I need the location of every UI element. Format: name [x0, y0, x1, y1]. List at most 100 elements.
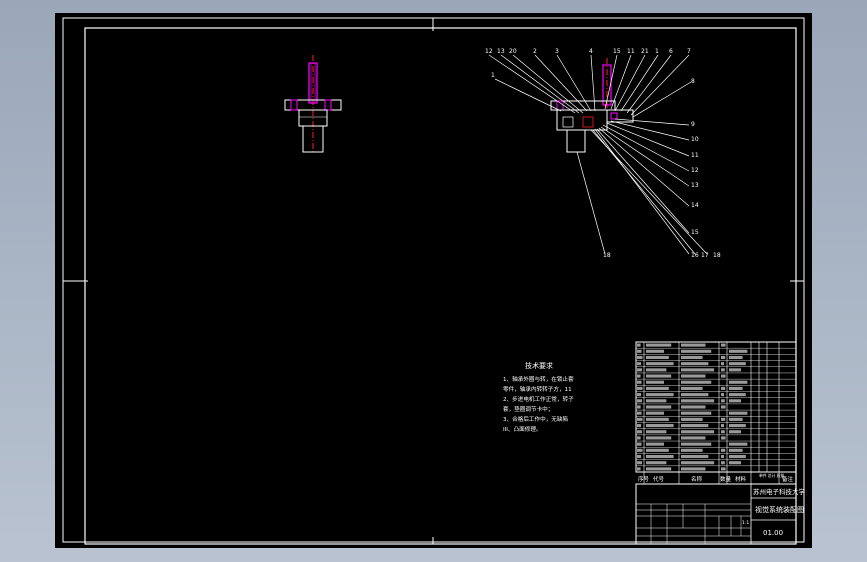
bom-cell-text-blur	[637, 417, 643, 421]
svg-text:2: 2	[533, 48, 537, 55]
svg-text:9: 9	[691, 121, 695, 128]
bom-cell-text-blur	[681, 436, 706, 440]
bom-cell-text-blur	[646, 454, 674, 459]
bom-cell-text-blur	[681, 411, 712, 415]
section-view-assembly[interactable]: 12 13 20 2 3 4 15 11 21 1 6 7 1 8 9 10 1…	[485, 48, 721, 259]
bom-cell-text-blur	[646, 461, 667, 465]
drawing-number: 01.00	[763, 529, 783, 537]
svg-text:数量: 数量	[720, 475, 732, 483]
inner-frame	[84, 27, 797, 545]
bom-cell-text-blur	[729, 393, 746, 397]
bom-cell-text-blur	[646, 343, 672, 347]
bom-cell-text-blur	[637, 448, 643, 452]
svg-text:6: 6	[669, 48, 673, 55]
bom-cell-text-blur	[721, 417, 726, 421]
university-name: 苏州电子科技大学	[753, 487, 806, 496]
bom-cell-text-blur	[637, 454, 642, 459]
bom-cell-text-blur	[637, 442, 642, 446]
bom-cell-text-blur	[646, 349, 664, 353]
bom-cell-text-blur	[681, 417, 703, 421]
bom-cell-text-blur	[637, 349, 642, 353]
bom-cell-text-blur	[646, 430, 667, 434]
bom-cell-text-blur	[637, 368, 643, 372]
section-lower-sleeve	[566, 129, 586, 153]
bom-cell-text-blur	[681, 386, 703, 390]
bom-cell-text-blur	[729, 454, 746, 459]
bom-cell-text-blur	[729, 380, 748, 384]
svg-text:11: 11	[691, 152, 699, 159]
bom-cell-text-blur	[721, 355, 726, 360]
bom-cell-text-blur	[681, 368, 715, 372]
cad-viewport[interactable]: 12 13 20 2 3 4 15 11 21 1 6 7 1 8 9 10 1…	[55, 13, 812, 548]
bom-cell-text-blur	[646, 417, 669, 421]
bom-cell-text-blur	[729, 411, 748, 415]
svg-text:10: 10	[691, 136, 699, 143]
parts-list[interactable]: 序号 代号 名称 数量 材料 单件 总计 质量 备注	[635, 341, 797, 485]
bom-cell-text-blur	[681, 374, 706, 378]
scale-value: 1:1	[742, 520, 749, 526]
bom-cell-text-blur	[681, 343, 706, 347]
bom-cell-text-blur	[646, 368, 667, 372]
bom-cell-text-blur	[721, 362, 724, 366]
bom-cell-text-blur	[646, 393, 674, 397]
bom-cell-text-blur	[681, 349, 712, 353]
svg-text:1: 1	[491, 72, 495, 79]
svg-text:11: 11	[627, 48, 635, 55]
svg-text:21: 21	[641, 48, 649, 55]
svg-text:III、凸面修理。: III、凸面修理。	[503, 425, 542, 433]
bom-cell-text-blur	[637, 380, 642, 384]
bom-cell-text-blur	[729, 448, 743, 452]
svg-text:20: 20	[509, 48, 517, 55]
tech-req-heading: 技术要求	[525, 361, 553, 370]
bom-cell-text-blur	[637, 405, 641, 409]
bom-cell-text-blur	[646, 355, 669, 360]
bom-cell-text-blur	[646, 411, 664, 415]
bom-cell-text-blur	[729, 430, 741, 434]
bom-cell-text-blur	[681, 393, 709, 397]
bom-cell-text-blur	[637, 461, 643, 465]
bom-cell-text-blur	[721, 343, 726, 347]
svg-text:零件，轴承内转转子方，11: 零件，轴承内转转子方，11	[503, 385, 572, 393]
bom-cell-text-blur	[681, 380, 712, 384]
svg-text:3: 3	[555, 48, 559, 55]
svg-text:备注: 备注	[782, 475, 794, 483]
bom-cell-text-blur	[729, 417, 743, 421]
bom-cell-text-blur	[637, 411, 642, 415]
bom-cell-text-blur	[729, 461, 741, 465]
bom-cell-text-blur	[637, 362, 642, 366]
svg-text:12: 12	[485, 48, 493, 55]
bom-cell-text-blur	[646, 380, 664, 384]
bom-cell-text-blur	[721, 461, 725, 465]
bom-cell-text-blur	[729, 355, 743, 360]
bom-cell-text-blur	[646, 399, 667, 403]
svg-text:8: 8	[691, 78, 695, 85]
svg-text:13: 13	[497, 48, 505, 55]
svg-text:1: 1	[655, 48, 659, 55]
bom-cell-text-blur	[729, 442, 748, 446]
leader-lines	[488, 54, 708, 255]
svg-text:13: 13	[691, 182, 699, 189]
svg-text:材料: 材料	[735, 475, 747, 483]
svg-text:4: 4	[589, 48, 593, 55]
bom-cell-text-blur	[681, 467, 706, 471]
svg-text:单件 总计 质量: 单件 总计 质量	[759, 473, 784, 478]
title-block[interactable]: 苏州电子科技大学 视觉系统装配图 01.00 1:1	[635, 483, 806, 545]
svg-text:17: 17	[701, 252, 709, 259]
svg-text:3、合格后工作中，无缺陷: 3、合格后工作中，无缺陷	[503, 415, 568, 423]
bom-cell-text-blur	[681, 355, 703, 360]
bom-cell-text-blur	[681, 430, 715, 434]
bom-cell-text-blur	[681, 362, 709, 366]
bom-cell-text-blur	[721, 386, 726, 390]
svg-text:名称: 名称	[691, 475, 703, 483]
bom-cell-text-blur	[729, 399, 741, 403]
svg-text:14: 14	[691, 202, 699, 209]
bom-cell-text-blur	[681, 454, 709, 459]
svg-text:1、轴承外圈与转，在锁止套: 1、轴承外圈与转，在锁止套	[503, 375, 574, 383]
bom-cell-text-blur	[721, 405, 726, 409]
svg-text:序号: 序号	[638, 475, 650, 483]
bom-cell-text-blur	[637, 343, 641, 347]
bom-cell-text-blur	[721, 430, 725, 434]
front-view-assembly[interactable]	[284, 55, 342, 153]
bom-cell-text-blur	[646, 362, 674, 366]
bom-cell-text-blur	[637, 467, 641, 471]
